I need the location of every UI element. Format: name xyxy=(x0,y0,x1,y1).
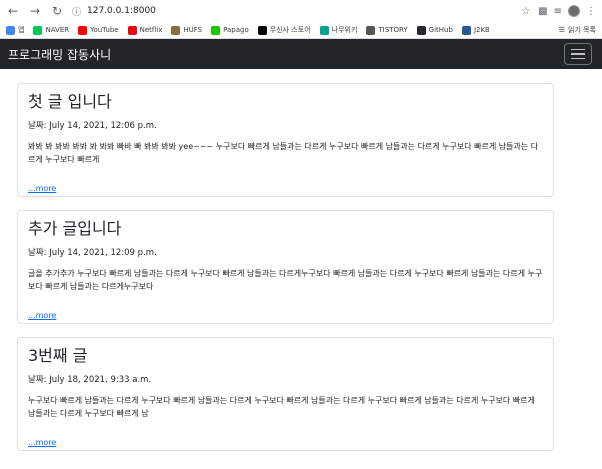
post-date: 날짜: July 14, 2021, 12:09 p.m. xyxy=(28,248,157,258)
more-link[interactable]: ...more xyxy=(28,438,56,447)
bookmark-label: HUFS xyxy=(183,26,203,34)
bookmark-favicon-icon xyxy=(171,25,181,35)
bookmark-item[interactable]: NAVER xyxy=(33,25,70,35)
bookmark-item[interactable]: J2KB xyxy=(461,25,490,35)
address-bar[interactable]: ⓘ 127.0.0.1:8000 ☆ xyxy=(72,3,530,19)
bookmark-favicon-icon xyxy=(366,25,376,35)
post-date: 날짜: July 14, 2021, 12:06 p.m. xyxy=(28,121,157,131)
more-link[interactable]: ...more xyxy=(28,311,56,320)
post-list: 첫 글 입니다 날짜: July 14, 2021, 12:06 p.m. 봐봐… xyxy=(0,69,602,451)
bookmark-item[interactable]: 나무위키 xyxy=(319,25,358,35)
bookmark-favicon-icon xyxy=(127,25,137,35)
bookmark-label: 앱 xyxy=(18,26,25,34)
reading-list-button[interactable]: ☰ 읽기 목록 xyxy=(559,25,596,35)
bookmark-favicon-icon xyxy=(33,25,43,35)
bookmark-label: TISTORY xyxy=(378,26,408,34)
forward-icon[interactable]: → xyxy=(28,4,42,18)
site-navbar: 프로그래밍 잡동사니 xyxy=(0,39,602,69)
back-icon[interactable]: ← xyxy=(6,4,20,18)
post-body: 누구보다 빠르게 남들과는 다르게 누구보다 빠르게 남들과는 다르게 누구보다… xyxy=(28,396,535,418)
post-body: 글을 추가추가 누구보다 빠르게 남들과는 다르게 누구보다 빠르게 남들과는 … xyxy=(28,269,543,291)
bookmark-favicon-icon xyxy=(319,25,329,35)
extensions-area: ▩ ≡ ⋮ xyxy=(538,5,596,17)
post-title: 3번째 글 xyxy=(28,346,88,365)
bookmark-favicon-icon xyxy=(416,25,426,35)
bookmark-item[interactable]: TISTORY xyxy=(366,25,408,35)
menu-icon[interactable]: ⋮ xyxy=(586,6,596,17)
bookmark-label: NAVER xyxy=(45,26,70,34)
bookmark-favicon-icon xyxy=(211,25,221,35)
bookmark-item[interactable]: Papago xyxy=(211,25,249,35)
bookmark-item[interactable]: GitHub xyxy=(416,25,453,35)
post-card: 첫 글 입니다 날짜: July 14, 2021, 12:06 p.m. 봐봐… xyxy=(17,83,554,197)
bookmark-item[interactable]: 무신사 스토어 xyxy=(257,25,311,35)
post-body: 봐봐 봐 봐봐 봐봐 봐 봐봐 빠바 빠 봐봐 봐봐 yee~~~ 누구보다 빠… xyxy=(28,142,539,164)
reload-icon[interactable]: ↻ xyxy=(50,4,64,18)
bookmark-label: Papago xyxy=(223,26,249,34)
bookmark-label: GitHub xyxy=(428,26,453,34)
media-icon[interactable]: ≡ xyxy=(554,6,562,17)
browser-toolbar: ← → ↻ ⓘ 127.0.0.1:8000 ☆ ▩ ≡ ⋮ xyxy=(0,0,602,22)
bookmark-favicon-icon xyxy=(257,25,267,35)
reading-list-icon: ☰ xyxy=(558,26,565,34)
url-text: 127.0.0.1:8000 xyxy=(87,6,156,16)
more-link[interactable]: ...more xyxy=(28,184,56,193)
bookmark-label: J2KB xyxy=(473,26,490,34)
post-title: 첫 글 입니다 xyxy=(28,92,112,111)
bookmark-item[interactable]: 앱 xyxy=(6,25,24,35)
bookmarks-bar: 앱 NAVER YouTube Netflix HUFS Papago 무신사 스토어 나무위… xyxy=(0,22,602,39)
bookmark-item[interactable]: HUFS xyxy=(171,25,203,35)
bookmark-star-icon[interactable]: ☆ xyxy=(521,6,530,17)
post-card: 추가 글입니다 날짜: July 14, 2021, 12:09 p.m. 글을… xyxy=(17,210,554,324)
site-info-icon[interactable]: ⓘ xyxy=(72,5,81,18)
reading-list-label: 읽기 목록 xyxy=(568,26,596,34)
bookmark-label: YouTube xyxy=(90,26,119,34)
puzzle-icon[interactable]: ▩ xyxy=(538,6,547,17)
bookmark-item[interactable]: YouTube xyxy=(78,25,119,35)
bookmark-label: Netflix xyxy=(139,26,163,34)
bookmark-label: 무신사 스토어 xyxy=(269,26,311,34)
bookmark-item[interactable]: Netflix xyxy=(127,25,163,35)
navbar-toggler-button[interactable] xyxy=(564,43,592,65)
navbar-brand[interactable]: 프로그래밍 잡동사니 xyxy=(8,46,111,63)
bookmark-favicon-icon xyxy=(78,25,88,35)
hamburger-line xyxy=(571,57,585,60)
bookmark-favicon-icon xyxy=(461,25,471,35)
hamburger-line xyxy=(571,48,585,51)
post-title: 추가 글입니다 xyxy=(28,219,122,238)
bookmark-favicon-icon xyxy=(6,25,15,35)
post-date: 날짜: July 18, 2021, 9:33 a.m. xyxy=(28,375,152,385)
bookmark-label: 나무위키 xyxy=(331,26,358,34)
post-card: 3번째 글 날짜: July 18, 2021, 9:33 a.m. 누구보다 … xyxy=(17,337,554,451)
profile-avatar[interactable] xyxy=(568,5,580,17)
hamburger-line xyxy=(571,53,585,55)
